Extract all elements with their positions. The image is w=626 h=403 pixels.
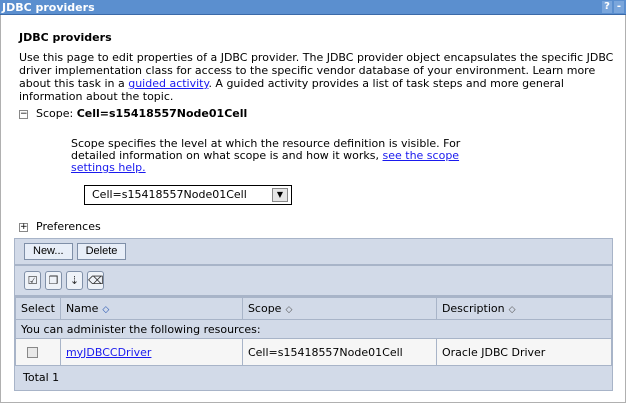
new-button[interactable]: New...	[24, 243, 73, 260]
header-description-label: Description	[441, 302, 505, 315]
scope-section: − Scope: Cell=s15418557Node01Cell	[19, 107, 247, 120]
delete-button[interactable]: Delete	[76, 243, 127, 260]
header-select: Select	[15, 297, 61, 320]
provider-description: Oracle JDBC Driver	[435, 338, 613, 366]
header-description[interactable]: Description ◇	[435, 297, 613, 320]
scope-select-value: Cell=s15418557Node01Cell	[92, 188, 247, 201]
preferences-section[interactable]: + Preferences	[19, 220, 101, 233]
sort-icon[interactable]: ◇	[509, 305, 516, 315]
collapse-icon[interactable]: −	[19, 109, 28, 119]
expand-icon[interactable]: +	[19, 222, 28, 232]
window-title: JDBC providers	[2, 1, 95, 14]
provider-scope: Cell=s15418557Node01Cell	[241, 338, 437, 366]
providers-table: New... Delete ☑ ❐ ⇣ ⌫ Select Name ◇ Scope…	[14, 238, 613, 391]
header-name-label: Name	[65, 302, 99, 315]
sort-icon[interactable]: ◇	[102, 305, 109, 315]
minimize-icon[interactable]: -	[614, 1, 624, 13]
data-table: Select Name ◇ Scope ◇ Description ◇ You can…	[15, 297, 613, 366]
scope-select[interactable]: Cell=s15418557Node01Cell ▼	[84, 185, 292, 205]
header-name[interactable]: Name ◇	[59, 297, 243, 320]
table-total: Total 1	[23, 371, 60, 384]
page-description: Use this page to edit properties of a JD…	[19, 51, 619, 103]
info-row: You can administer the following resourc…	[15, 319, 612, 339]
button-bar: New... Delete	[15, 239, 612, 266]
table-row: myJDBCCDriver Cell=s15418557Node01Cell O…	[15, 338, 613, 366]
page-title: JDBC providers	[19, 31, 112, 44]
header-scope-label: Scope	[247, 302, 282, 315]
scope-help: Scope specifies the level at which the r…	[71, 138, 471, 174]
scope-value: Cell=s15418557Node01Cell	[76, 107, 248, 120]
row-checkbox[interactable]	[27, 347, 38, 358]
header-scope[interactable]: Scope ◇	[241, 297, 437, 320]
icon-bar: ☑ ❐ ⇣ ⌫	[15, 266, 612, 297]
guided-activity-link[interactable]: guided activity	[128, 77, 208, 90]
scope-label: Scope:	[36, 107, 77, 120]
select-all-icon[interactable]: ☑	[24, 271, 41, 290]
deselect-all-icon[interactable]: ❐	[45, 271, 62, 290]
provider-name-link[interactable]: myJDBCCDriver	[66, 346, 152, 359]
show-filter-icon[interactable]: ⇣	[66, 271, 83, 290]
sort-icon[interactable]: ◇	[285, 305, 292, 315]
help-icon[interactable]: ?	[602, 1, 612, 13]
chevron-down-icon[interactable]: ▼	[272, 188, 288, 202]
clear-filter-icon[interactable]: ⌫	[87, 271, 104, 290]
preferences-label[interactable]: Preferences	[36, 220, 101, 233]
title-bar: JDBC providers ? -	[0, 0, 626, 15]
